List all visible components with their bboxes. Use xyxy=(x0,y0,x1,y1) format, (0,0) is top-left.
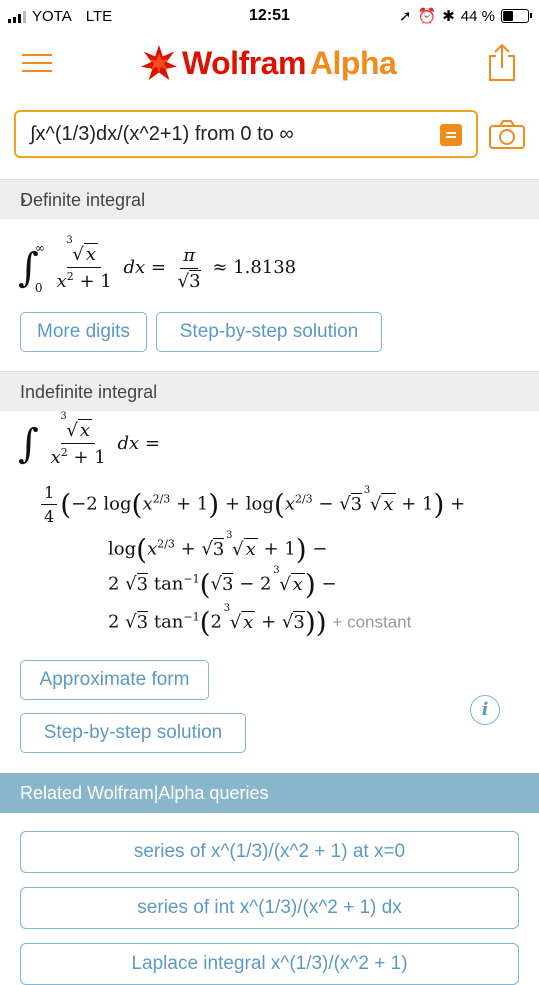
battery-icon xyxy=(501,9,532,23)
status-bar: YOTA LTE 12:51 ➚ ⏰ ✱ 44 % xyxy=(0,0,539,34)
logo-alpha: Alpha xyxy=(309,44,397,81)
wolfram-star-icon xyxy=(140,44,178,81)
bluetooth-icon: ✱ xyxy=(442,8,455,25)
more-digits-button[interactable]: More digits xyxy=(20,312,147,352)
lower-limit: 0 xyxy=(34,281,43,295)
definite-integral-result: ∫ ∞ 0 √ 3 x x2 + 1 dx = π √3 ≈ 1.8138 xyxy=(18,228,296,308)
equals-icon[interactable] xyxy=(440,124,462,146)
related-queries-header: Related Wolfram|Alpha queries xyxy=(0,773,539,813)
approximate-form-button[interactable]: Approximate form xyxy=(20,660,209,700)
related-query-2[interactable]: series of int x^(1/3)/(x^2 + 1) dx xyxy=(20,887,519,929)
alarm-icon: ⏰ xyxy=(417,8,437,25)
step-by-step-button[interactable]: Step-by-step solution xyxy=(156,312,382,352)
battery-label: 44 % xyxy=(460,7,495,25)
location-icon: ➚ xyxy=(398,8,412,25)
step-by-step-button-2[interactable]: Step-by-step solution xyxy=(20,713,246,753)
approx-value: ≈ 1.8138 xyxy=(212,257,297,278)
search-query: ∫x^(1/3)dx/(x^2+1) from 0 to ∞ xyxy=(30,123,294,145)
indefinite-result-line-1: 1 4 (−2 log(x2/3 + 1) + log(x2/3 − √3 √ 3 x … xyxy=(38,483,465,526)
camera-icon[interactable] xyxy=(488,118,526,150)
related-query-3[interactable]: Laplace integral x^(1/3)/(x^2 + 1) xyxy=(20,943,519,985)
indefinite-integral-title: Indefinite integral xyxy=(20,382,158,402)
constant-label: + constant xyxy=(332,612,412,632)
indefinite-integral-lhs: ∫ √ 3 x x2 + 1 dx = xyxy=(18,411,160,468)
indefinite-result-line-2: log(x2/3 + √3 √ 3 x + 1) − xyxy=(108,529,328,567)
share-icon[interactable] xyxy=(485,42,519,82)
chevron-right-icon[interactable]: ›› xyxy=(20,190,517,211)
logo-wolfram: Wolfram xyxy=(182,44,306,81)
related-queries-title: Related Wolfram|Alpha queries xyxy=(20,783,269,803)
search-input[interactable]: ∫x^(1/3)dx/(x^2+1) from 0 to ∞ xyxy=(14,110,478,158)
related-query-1[interactable]: series of x^(1/3)/(x^2 + 1) at x=0 xyxy=(20,831,519,873)
indefinite-result-line-3: 2 √3 tan−1(√3 − 2 √ 3 x) − xyxy=(108,564,337,602)
menu-icon[interactable] xyxy=(22,52,52,74)
definite-integral-header: Definite integral ›› xyxy=(0,179,539,219)
app-header: Wolfram Alpha xyxy=(0,34,539,96)
indefinite-result-line-4: 2 √3 tan−1(2 √ 3 x + √3)) + constant xyxy=(108,602,412,640)
info-icon[interactable]: i xyxy=(470,695,500,725)
indefinite-integral-header: Indefinite integral xyxy=(0,371,539,411)
wolfram-alpha-logo: Wolfram Alpha xyxy=(140,44,397,82)
upper-limit: ∞ xyxy=(34,241,45,255)
